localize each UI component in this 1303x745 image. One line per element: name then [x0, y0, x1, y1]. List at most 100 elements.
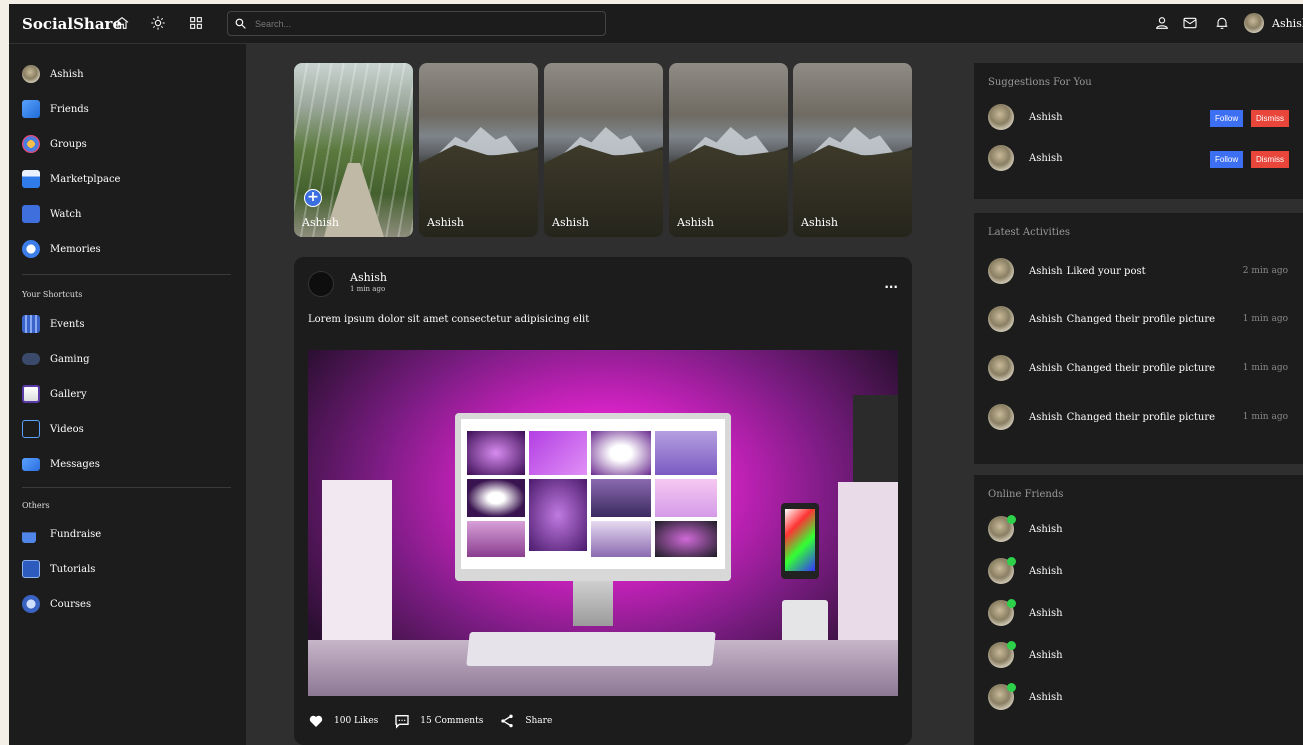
image-phone [781, 503, 819, 579]
activity-row: Ashish Liked your post 2 min ago [988, 257, 1288, 285]
image-tile [591, 521, 651, 557]
dismiss-button[interactable]: Dismiss [1251, 110, 1289, 127]
shortcuts-heading: Your Shortcuts [22, 290, 83, 299]
post-author-avatar[interactable] [308, 271, 334, 297]
messages-icon [22, 457, 40, 471]
home-icon[interactable] [113, 14, 131, 32]
online-friend-row[interactable]: Ashish [988, 683, 1288, 711]
activity-user[interactable]: Ashish [1029, 314, 1063, 325]
story-name: Ashish [677, 216, 714, 229]
apps-grid-icon[interactable] [187, 14, 205, 32]
search-input[interactable] [255, 18, 595, 29]
activity-time: 2 min ago [1242, 266, 1288, 276]
panel-title: Online Friends [988, 489, 1064, 500]
sidebar-item-memories[interactable]: Memories [22, 239, 101, 259]
image-tile [529, 431, 587, 475]
image-box [838, 482, 898, 642]
courses-icon [22, 595, 40, 613]
sidebar-item-label: Gallery [50, 388, 87, 400]
activity-row: Ashish Changed their profile picture 1 m… [988, 403, 1288, 431]
sidebar-item-watch[interactable]: Watch [22, 204, 81, 224]
post-image[interactable] [308, 350, 898, 696]
follow-button[interactable]: Follow [1210, 110, 1244, 127]
marketplace-icon [22, 170, 40, 188]
story-card[interactable]: Ashish [669, 63, 788, 237]
comment-button[interactable]: 15 Comments [394, 713, 483, 729]
profile-icon[interactable] [1153, 14, 1171, 32]
online-status-dot [1007, 557, 1016, 566]
like-button[interactable]: 100 Likes [308, 713, 378, 729]
image-screen [461, 419, 725, 569]
avatar[interactable] [988, 355, 1014, 381]
user-name: Ashish [1272, 16, 1303, 30]
online-friend-row[interactable]: Ashish [988, 557, 1288, 585]
notification-bell-icon[interactable] [1213, 14, 1231, 32]
image-tile [467, 479, 525, 517]
sidebar-item-videos[interactable]: Videos [22, 419, 84, 439]
online-friend-row[interactable]: Ashish [988, 641, 1288, 669]
image-phone-screen [785, 509, 815, 571]
activity-user[interactable]: Ashish [1029, 412, 1063, 423]
sidebar-item-label: Videos [50, 423, 84, 435]
sidebar-item-groups[interactable]: Groups [22, 134, 87, 154]
image-tile [529, 479, 587, 551]
suggestion-name[interactable]: Ashish [1029, 153, 1063, 164]
share-button[interactable]: Share [499, 713, 552, 729]
sidebar-item-label: Courses [50, 598, 92, 610]
story-card[interactable]: Ashish [419, 63, 538, 237]
mail-icon[interactable] [1181, 14, 1199, 32]
sidebar-item-courses[interactable]: Courses [22, 594, 91, 614]
avatar[interactable] [988, 404, 1014, 430]
gallery-icon [22, 385, 40, 403]
online-friend-row[interactable]: Ashish [988, 599, 1288, 627]
avatar [988, 641, 1016, 668]
sidebar-item-marketplace[interactable]: Marketplpace [22, 169, 120, 189]
activity-action: Liked your post [1066, 265, 1146, 277]
avatar[interactable] [988, 258, 1014, 284]
story-name: Ashish [427, 216, 464, 229]
sidebar-item-gallery[interactable]: Gallery [22, 384, 87, 404]
friend-name: Ashish [1029, 607, 1063, 619]
post-author-name[interactable]: Ashish [350, 271, 387, 284]
story-card-own[interactable]: + Ashish [294, 63, 413, 237]
post-card: Ashish 1 min ago ... Lorem ipsum dolor s… [294, 257, 912, 745]
follow-button[interactable]: Follow [1210, 151, 1244, 168]
more-options-icon[interactable]: ... [884, 277, 898, 291]
avatar[interactable] [988, 306, 1014, 332]
sidebar-item-profile[interactable]: Ashish [22, 64, 84, 84]
top-navbar: SocialShare Ashish [9, 4, 1303, 44]
avatar[interactable] [988, 145, 1014, 171]
image-tile [655, 521, 717, 557]
activity-user[interactable]: Ashish [1029, 363, 1063, 374]
app-logo[interactable]: SocialShare [22, 15, 122, 33]
sidebar-item-tutorials[interactable]: Tutorials [22, 559, 95, 579]
story-card[interactable]: Ashish [544, 63, 663, 237]
sidebar-item-events[interactable]: Events [22, 314, 84, 334]
user-menu[interactable]: Ashish [1244, 13, 1303, 33]
sidebar-item-gaming[interactable]: Gaming [22, 349, 89, 369]
sidebar-divider [22, 487, 231, 488]
sidebar-item-friends[interactable]: Friends [22, 99, 89, 119]
sidebar-item-fundraise[interactable]: Fundraise [22, 524, 101, 544]
image-box [322, 480, 392, 640]
sidebar-item-label: Watch [50, 208, 82, 220]
suggestion-name[interactable]: Ashish [1029, 112, 1063, 123]
sidebar-item-label: Tutorials [50, 563, 96, 575]
app-window: SocialShare Ashish Ashi [9, 4, 1303, 745]
activity-action: Changed their profile picture [1066, 313, 1216, 325]
avatar[interactable] [988, 104, 1014, 130]
story-card[interactable]: Ashish [793, 63, 912, 237]
activity-time: 1 min ago [1242, 363, 1288, 373]
share-label: Share [525, 716, 553, 726]
sidebar-item-label: Gaming [50, 353, 90, 365]
theme-sun-icon[interactable] [149, 14, 167, 32]
search-bar[interactable] [227, 11, 606, 36]
sidebar-item-label: Memories [50, 243, 101, 255]
image-tile [655, 479, 717, 517]
activity-user[interactable]: Ashish [1029, 266, 1063, 277]
dismiss-button[interactable]: Dismiss [1251, 151, 1289, 168]
sidebar-item-messages[interactable]: Messages [22, 454, 100, 474]
add-story-icon[interactable]: + [304, 189, 322, 207]
online-friend-row[interactable]: Ashish [988, 515, 1288, 543]
comment-icon [395, 715, 409, 729]
